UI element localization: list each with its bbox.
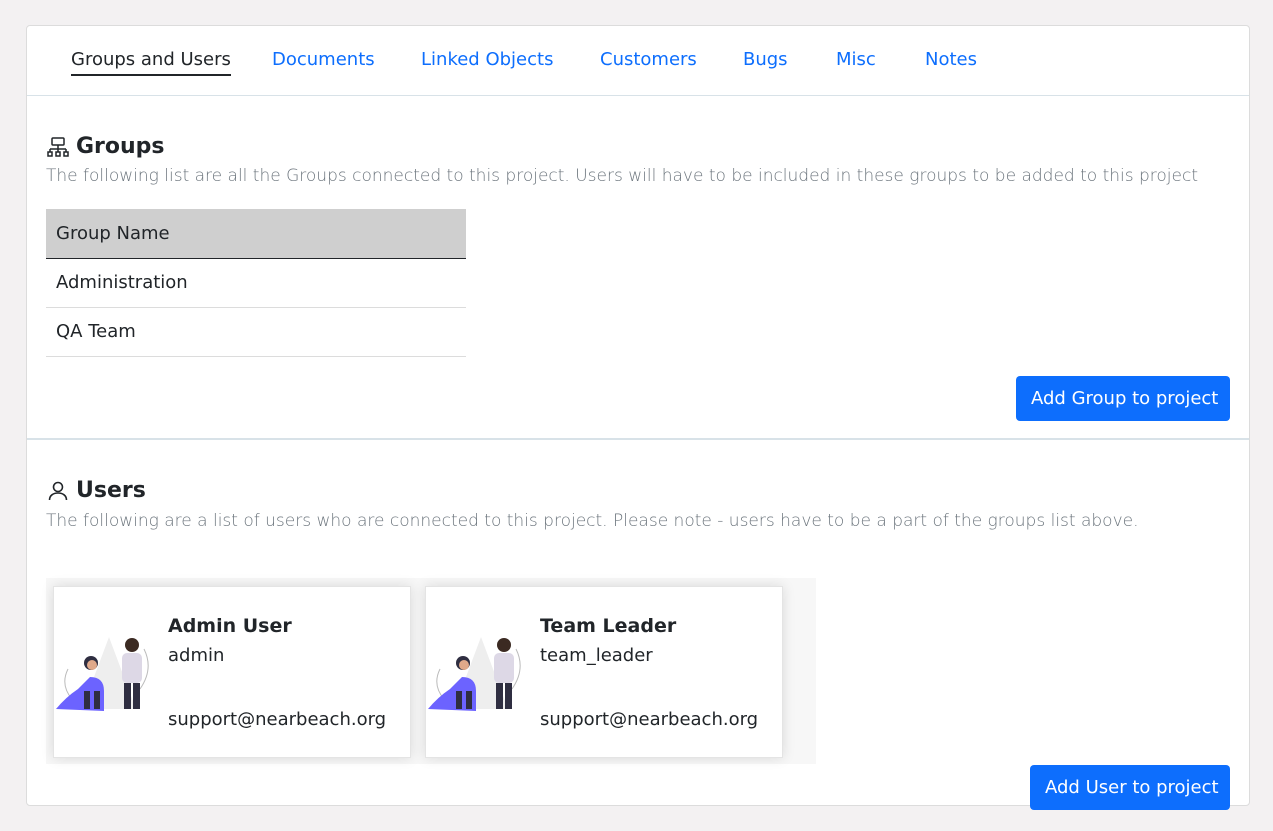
group-name-header: Group Name — [46, 209, 466, 259]
user-card[interactable]: Admin User admin support@nearbeach.org — [53, 586, 411, 758]
tab-notes[interactable]: Notes — [925, 49, 977, 70]
users-illustration-icon — [56, 637, 149, 711]
tab-bar: Groups and Users Documents Linked Object… — [27, 26, 1249, 96]
groups-title: Groups — [76, 134, 165, 159]
user-card-list: Admin User admin support@nearbeach.org T… — [46, 578, 816, 764]
tab-misc[interactable]: Misc — [836, 49, 876, 70]
user-username: team_leader — [540, 645, 653, 666]
users-title: Users — [76, 478, 146, 503]
groups-description: The following list are all the Groups co… — [46, 166, 1198, 186]
tab-groups-and-users[interactable]: Groups and Users — [71, 49, 231, 76]
tab-documents[interactable]: Documents — [272, 49, 375, 70]
users-illustration-icon — [428, 637, 521, 711]
user-full-name: Admin User — [168, 615, 292, 637]
users-section: Users The following are a list of users … — [27, 440, 1249, 810]
groups-heading: Groups — [46, 134, 165, 159]
groups-table: Group Name Administration QA Team — [46, 209, 466, 357]
user-email: support@nearbeach.org — [168, 709, 387, 730]
user-full-name: Team Leader — [540, 615, 677, 637]
add-user-button[interactable]: Add User to project — [1030, 765, 1230, 810]
tab-bugs[interactable]: Bugs — [743, 49, 788, 70]
users-description: The following are a list of users who ar… — [46, 511, 1139, 531]
group-name-cell: QA Team — [46, 307, 466, 357]
table-row[interactable]: QA Team — [46, 307, 466, 357]
user-card[interactable]: Team Leader team_leader support@nearbeac… — [425, 586, 783, 758]
add-group-button[interactable]: Add Group to project — [1016, 376, 1230, 421]
tab-customers[interactable]: Customers — [600, 49, 697, 70]
user-username: admin — [168, 645, 225, 666]
users-heading: Users — [46, 478, 146, 503]
project-card: Groups and Users Documents Linked Object… — [26, 25, 1250, 810]
tab-linked-objects[interactable]: Linked Objects — [421, 49, 553, 70]
groups-section: Groups The following list are all the Gr… — [27, 96, 1249, 440]
table-row[interactable]: Administration — [46, 258, 466, 308]
person-icon — [46, 479, 70, 503]
group-name-cell: Administration — [46, 258, 466, 308]
user-email: support@nearbeach.org — [540, 709, 759, 730]
org-chart-icon — [46, 135, 70, 159]
